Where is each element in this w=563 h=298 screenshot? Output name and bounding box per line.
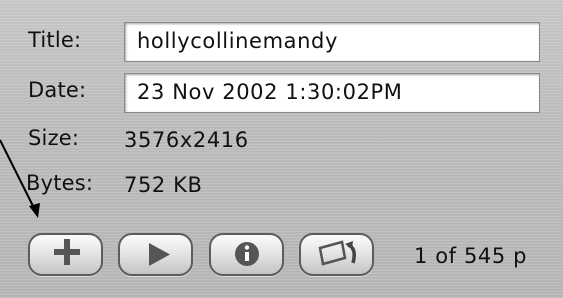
page-count: 1 of 545 p [414,244,528,268]
plus-icon [54,239,80,265]
date-field[interactable]: 23 Nov 2002 1:30:02PM [124,73,540,113]
title-label: Title: [28,28,82,52]
size-label: Size: [28,126,80,150]
bytes-value: 752 KB [124,173,203,197]
title-field[interactable]: hollycollinemandy [124,22,540,62]
play-icon [149,243,170,266]
rotate-icon [318,240,356,266]
size-value: 3576x2416 [124,128,249,152]
rotate-button[interactable] [299,233,374,276]
info-icon [235,242,259,266]
slideshow-button[interactable] [118,233,193,276]
bytes-label: Bytes: [26,171,94,195]
date-label: Date: [28,78,87,102]
add-button[interactable] [28,233,103,276]
info-button[interactable] [209,233,284,276]
